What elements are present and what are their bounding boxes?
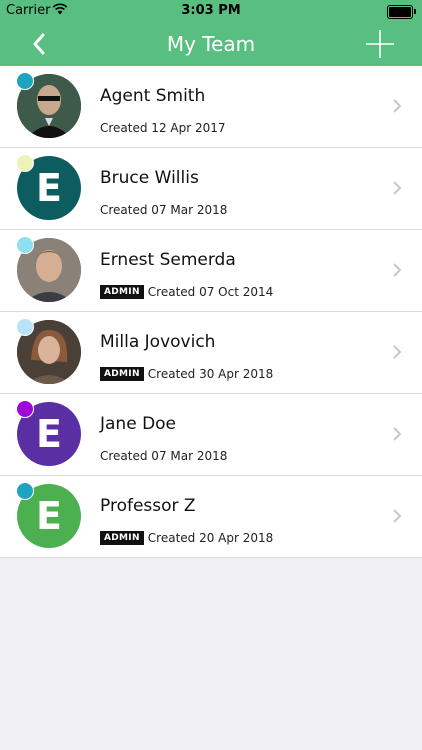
chevron-right-icon bbox=[393, 99, 402, 113]
add-member-button[interactable] bbox=[364, 28, 396, 60]
list-item[interactable]: Ernest Semerda ADMIN Created 07 Oct 2014 bbox=[0, 230, 422, 312]
status-bar: Carrier 3:03 PM bbox=[0, 0, 422, 22]
admin-badge: ADMIN bbox=[100, 367, 144, 381]
list-item[interactable]: Agent Smith Created 12 Apr 2017 bbox=[0, 66, 422, 148]
list-item[interactable]: Milla Jovovich ADMIN Created 30 Apr 2018 bbox=[0, 312, 422, 394]
member-name: Jane Doe bbox=[100, 414, 177, 434]
chevron-right-icon bbox=[393, 345, 402, 359]
created-date: Created 07 Mar 2018 bbox=[100, 449, 228, 463]
member-meta: ADMIN Created 20 Apr 2018 bbox=[100, 531, 273, 545]
status-dot bbox=[16, 154, 34, 172]
status-dot bbox=[16, 236, 34, 254]
member-name: Ernest Semerda bbox=[100, 250, 236, 270]
member-meta: Created 12 Apr 2017 bbox=[100, 121, 226, 135]
created-date: Created 07 Mar 2018 bbox=[100, 203, 228, 217]
created-date: Created 12 Apr 2017 bbox=[100, 121, 226, 135]
created-date: Created 30 Apr 2018 bbox=[147, 367, 274, 381]
chevron-right-icon bbox=[393, 509, 402, 523]
created-date: Created 07 Oct 2014 bbox=[147, 285, 274, 299]
status-dot bbox=[16, 318, 34, 336]
member-name: Professor Z bbox=[100, 496, 196, 516]
member-meta: Created 07 Mar 2018 bbox=[100, 449, 227, 463]
member-name: Bruce Willis bbox=[100, 168, 199, 188]
page-title: My Team bbox=[166, 32, 256, 56]
clock: 3:03 PM bbox=[181, 3, 241, 18]
battery-icon bbox=[387, 5, 416, 19]
created-date: Created 20 Apr 2018 bbox=[147, 531, 274, 545]
chevron-right-icon bbox=[393, 181, 402, 195]
status-dot bbox=[16, 482, 34, 500]
chevron-right-icon bbox=[393, 427, 402, 441]
list-item[interactable]: E Professor Z ADMIN Created 20 Apr 2018 bbox=[0, 476, 422, 558]
member-meta: ADMIN Created 07 Oct 2014 bbox=[100, 285, 273, 299]
list-item[interactable]: E Bruce Willis Created 07 Mar 2018 bbox=[0, 148, 422, 230]
member-meta: Created 07 Mar 2018 bbox=[100, 203, 227, 217]
chevron-right-icon bbox=[393, 263, 402, 277]
nav-bar: Carrier 3:03 PM My Team bbox=[0, 0, 422, 66]
member-name: Agent Smith bbox=[100, 86, 206, 106]
admin-badge: ADMIN bbox=[100, 285, 144, 299]
member-name: Milla Jovovich bbox=[100, 332, 216, 352]
admin-badge: ADMIN bbox=[100, 531, 144, 545]
team-list: Agent Smith Created 12 Apr 2017 E Bruce … bbox=[0, 66, 422, 558]
status-dot bbox=[16, 72, 34, 90]
status-dot bbox=[16, 400, 34, 418]
list-item[interactable]: E Jane Doe Created 07 Mar 2018 bbox=[0, 394, 422, 476]
member-meta: ADMIN Created 30 Apr 2018 bbox=[100, 367, 273, 381]
